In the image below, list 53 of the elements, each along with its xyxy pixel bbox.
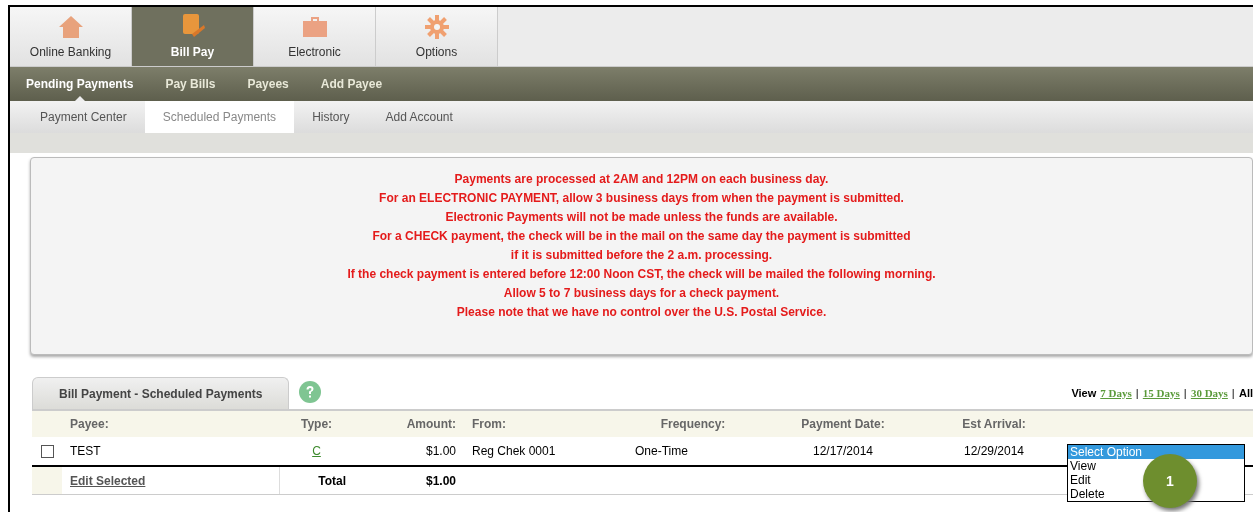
- total-amount: $1.00: [425, 473, 456, 488]
- days-link[interactable]: 15 Days: [1142, 384, 1180, 401]
- table-cell: TEST: [70, 444, 101, 458]
- table-cell: Reg Chek 0001: [472, 444, 556, 458]
- column-header: Type:: [300, 417, 333, 431]
- dropdown-option[interactable]: View: [1068, 459, 1098, 473]
- link-separator: |: [1183, 385, 1187, 401]
- days-current: All: [1238, 385, 1253, 401]
- dropdown-option[interactable]: Select Option: [1068, 445, 1244, 459]
- house-icon: [57, 15, 84, 39]
- notice-text: Please note that we have no control over the U.S. Postal Service.: [456, 305, 827, 320]
- top-tab[interactable]: Electronic: [254, 7, 376, 66]
- notice-text: If the check payment is entered before 12:00 Noon CST, the check will be mailed the following morning.: [347, 267, 936, 282]
- table-cell: $1.00: [425, 444, 456, 458]
- table-cell: One-Time: [635, 444, 688, 458]
- link-separator: |: [1135, 385, 1139, 401]
- column-header: Payment Date:: [801, 417, 885, 431]
- days-link[interactable]: 30 Days: [1190, 384, 1228, 401]
- column-header: Amount:: [406, 417, 456, 431]
- sub-tab[interactable]: History: [294, 101, 368, 133]
- briefcase-icon: [300, 15, 329, 39]
- days-link[interactable]: 7 Days: [1100, 384, 1132, 401]
- row-checkbox[interactable]: [40, 444, 54, 458]
- table-cell: 12/17/2014: [812, 444, 874, 458]
- type-link[interactable]: C: [312, 444, 321, 458]
- nav-tab[interactable]: Add Payee: [320, 67, 383, 101]
- top-tab[interactable]: Options: [376, 7, 498, 66]
- edit-selected-link[interactable]: Edit Selected: [70, 471, 146, 490]
- column-header: From:: [472, 417, 506, 431]
- table-cell: 12/29/2014: [963, 444, 1025, 458]
- notice-text: For an ELECTRONIC PAYMENT, allow 3 business days from when the payment is submitted.: [379, 191, 904, 206]
- column-header: Payee:: [70, 417, 109, 431]
- view-label: View: [1071, 385, 1097, 401]
- top-tab[interactable]: Online Banking: [10, 7, 132, 66]
- dropdown-option[interactable]: Edit: [1068, 473, 1093, 487]
- sub-tab[interactable]: Add Account: [367, 101, 471, 133]
- total-label: Total: [318, 472, 346, 490]
- top-tab[interactable]: Bill Pay: [132, 7, 254, 66]
- sub-tab[interactable]: Payment Center: [22, 101, 145, 133]
- nav-tab[interactable]: Payees: [247, 67, 289, 101]
- link-separator: |: [1231, 385, 1235, 401]
- notice-text: Allow 5 to 7 business days for a check payment.: [503, 286, 780, 301]
- table-cell: [32, 467, 62, 494]
- sub-tab[interactable]: Scheduled Payments: [144, 101, 295, 133]
- column-header: Est Arrival:: [962, 417, 1026, 431]
- nav-tab[interactable]: Pay Bills: [165, 67, 216, 101]
- notice-text: Electronic Payments will not be made unless the funds are available.: [445, 210, 838, 225]
- dropdown-option[interactable]: Delete: [1068, 487, 1107, 501]
- notice-text: For a CHECK payment, the check will be in the mail on the same day the payment is submitted: [372, 229, 911, 244]
- column-header: Frequency:: [660, 417, 726, 431]
- gear-icon: [424, 15, 449, 39]
- notice-text: Payments are processed at 2AM and 12PM on each business day.: [454, 172, 829, 187]
- notice-text: if it is submitted before the 2 a.m. processing.: [510, 248, 773, 263]
